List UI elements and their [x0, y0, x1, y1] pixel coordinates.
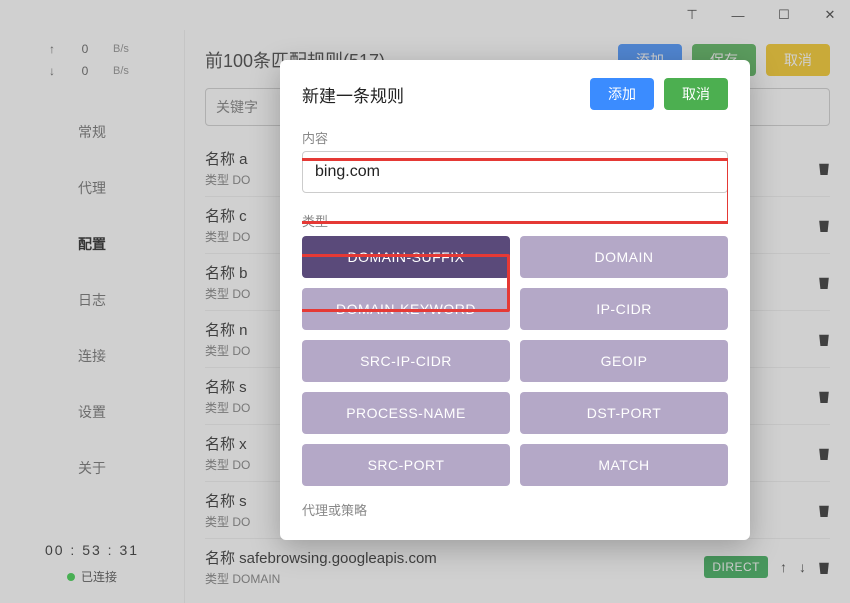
type-option-src-port[interactable]: SRC-PORT [302, 444, 510, 486]
modal-add-button[interactable]: 添加 [590, 78, 654, 110]
new-rule-modal: 新建一条规则 添加 取消 内容 类型 DOMAIN-SUFFIXDOMAINDO… [280, 60, 750, 540]
type-grid: DOMAIN-SUFFIXDOMAINDOMAIN-KEYWORDIP-CIDR… [302, 236, 728, 486]
proxy-label: 代理或策略 [302, 500, 728, 519]
type-option-match[interactable]: MATCH [520, 444, 728, 486]
type-option-geoip[interactable]: GEOIP [520, 340, 728, 382]
type-option-domain[interactable]: DOMAIN [520, 236, 728, 278]
type-option-dst-port[interactable]: DST-PORT [520, 392, 728, 434]
type-label: 类型 [302, 211, 728, 230]
content-label: 内容 [302, 128, 728, 147]
content-input[interactable] [302, 151, 728, 193]
type-option-domain-suffix[interactable]: DOMAIN-SUFFIX [302, 236, 510, 278]
type-option-process-name[interactable]: PROCESS-NAME [302, 392, 510, 434]
type-option-ip-cidr[interactable]: IP-CIDR [520, 288, 728, 330]
type-option-domain-keyword[interactable]: DOMAIN-KEYWORD [302, 288, 510, 330]
type-option-src-ip-cidr[interactable]: SRC-IP-CIDR [302, 340, 510, 382]
modal-title: 新建一条规则 [302, 82, 590, 107]
modal-cancel-button[interactable]: 取消 [664, 78, 728, 110]
